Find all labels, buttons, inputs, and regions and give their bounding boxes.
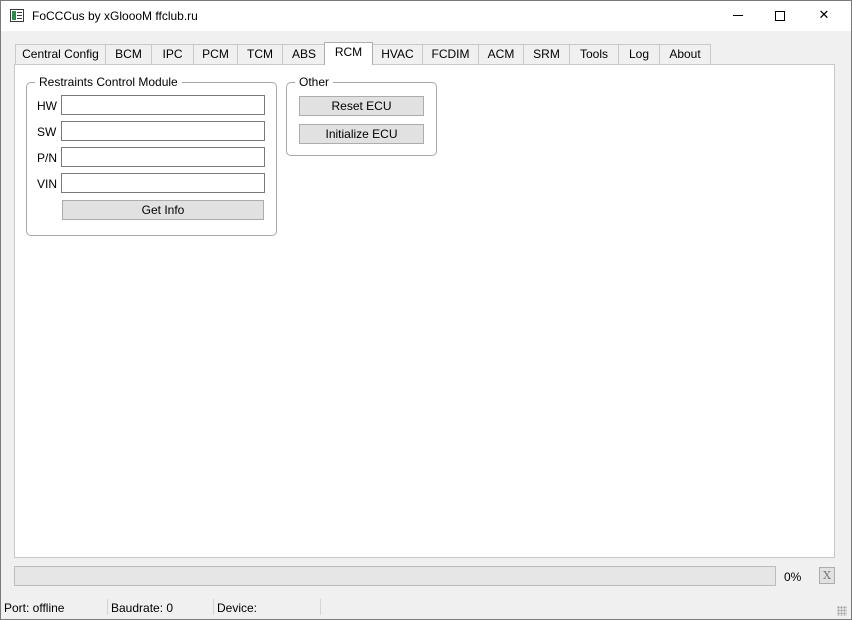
window-title: FoCCCus by xGloooM ffclub.ru — [32, 9, 198, 23]
progress-percent: 0% — [784, 570, 802, 584]
tab-log[interactable]: Log — [618, 44, 660, 64]
reset-ecu-button[interactable]: Reset ECU — [299, 96, 424, 116]
sw-label: SW — [37, 125, 57, 139]
pn-field[interactable] — [61, 147, 265, 167]
tab-srm[interactable]: SRM — [523, 44, 570, 64]
maximize-button[interactable] — [757, 1, 803, 31]
pn-label: P/N — [37, 151, 58, 165]
get-info-button[interactable]: Get Info — [62, 200, 264, 220]
status-separator — [107, 599, 108, 615]
status-separator — [320, 599, 321, 615]
rcm-groupbox: Restraints Control Module HW SW P/N VIN … — [26, 75, 277, 236]
app-icon — [10, 9, 24, 22]
hw-label: HW — [37, 99, 57, 113]
tab-about[interactable]: About — [659, 44, 711, 64]
status-separator — [213, 599, 214, 615]
status-port: Port: offline — [4, 601, 65, 615]
rcm-groupbox-title: Restraints Control Module — [35, 75, 182, 89]
initialize-ecu-button[interactable]: Initialize ECU — [299, 124, 424, 144]
tab-tcm[interactable]: TCM — [237, 44, 283, 64]
status-device: Device: — [217, 601, 258, 615]
tab-pcm[interactable]: PCM — [193, 44, 238, 64]
tab-fcdim[interactable]: FCDIM — [422, 44, 479, 64]
tab-ipc[interactable]: IPC — [151, 44, 194, 64]
hw-field[interactable] — [61, 95, 265, 115]
sw-field[interactable] — [61, 121, 265, 141]
tab-hvac[interactable]: HVAC — [372, 44, 423, 64]
close-button[interactable]: ✕ — [801, 1, 847, 31]
resize-grip-icon[interactable] — [837, 606, 847, 616]
other-groupbox: Other Reset ECU Initialize ECU — [286, 75, 437, 156]
cancel-button[interactable]: X — [819, 567, 835, 584]
maximize-icon — [775, 10, 785, 21]
tab-acm[interactable]: ACM — [478, 44, 524, 64]
status-bar: Port: offline Baudrate: 0 Device: — [1, 597, 851, 619]
close-icon: ✕ — [818, 8, 830, 23]
tab-abs[interactable]: ABS — [282, 44, 326, 64]
vin-label: VIN — [37, 177, 58, 191]
tab-bcm[interactable]: BCM — [105, 44, 152, 64]
other-groupbox-title: Other — [295, 75, 334, 89]
vin-field[interactable] — [61, 173, 265, 193]
main-window: FoCCCus by xGloooM ffclub.ru ✕ Restraint… — [0, 0, 852, 620]
tab-rcm[interactable]: RCM — [324, 42, 373, 65]
tab-central-config[interactable]: Central Config — [15, 44, 106, 64]
tab-panel-rcm: Restraints Control Module HW SW P/N VIN … — [14, 64, 835, 558]
title-bar[interactable]: FoCCCus by xGloooM ffclub.ru ✕ — [1, 1, 851, 31]
tab-tools[interactable]: Tools — [569, 44, 619, 64]
minimize-button[interactable] — [715, 1, 761, 31]
progress-bar — [14, 566, 776, 586]
status-baudrate: Baudrate: 0 — [111, 601, 174, 615]
minimize-icon — [733, 15, 743, 16]
